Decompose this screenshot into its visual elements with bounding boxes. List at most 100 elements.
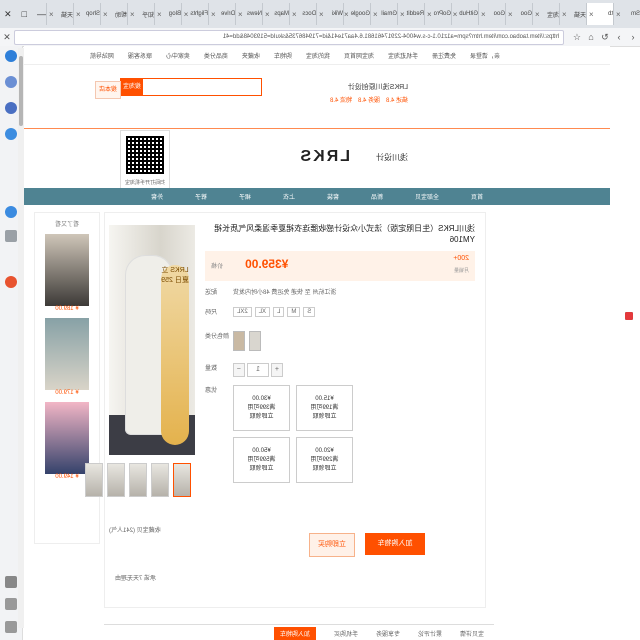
product-main-image[interactable]: LRKS 立夏日 259 (109, 225, 195, 455)
coupon-card[interactable]: ¥50.00 满599可用 立即领取 (233, 437, 290, 483)
site-nav-link[interactable]: 商品分类 (204, 51, 228, 60)
cart-icon[interactable] (5, 230, 17, 242)
thumbnail[interactable] (151, 463, 169, 497)
browser-logo-icon[interactable] (5, 50, 17, 62)
bottom-tab[interactable]: 宝贝详情 (460, 629, 484, 638)
shop-menu-item[interactable]: 套装 (327, 192, 339, 201)
tab-close-icon[interactable]: × (508, 10, 513, 19)
browser-tab[interactable]: 天猫 × (46, 3, 633, 320)
tab-close-icon[interactable]: × (427, 10, 432, 19)
browser-tab[interactable]: Goo × (505, 3, 633, 320)
tab-close-icon[interactable]: × (130, 10, 135, 19)
browser-tab[interactable]: tb × (586, 3, 633, 320)
browser-tab[interactable]: Maps × (262, 3, 633, 320)
quantity-input[interactable]: 1 (247, 363, 269, 377)
site-nav-link[interactable]: 淘宝网首页 (344, 51, 374, 60)
thumbnail[interactable] (173, 463, 191, 497)
shop-menu-item[interactable]: 外套 (151, 192, 163, 201)
favorite-link[interactable]: 收藏宝贝 (241人气) (109, 525, 161, 534)
buy-now-button[interactable]: 立即购买 (309, 533, 355, 557)
tab-close-icon[interactable]: × (373, 10, 378, 19)
shop-menu-item[interactable]: 上衣 (283, 192, 295, 201)
browser-tab[interactable]: Sm × (613, 3, 640, 320)
bottom-tab[interactable]: 累计评论 (418, 629, 442, 638)
browser-tab[interactable]: Wiki × (316, 3, 633, 320)
size-option[interactable]: XL (254, 307, 271, 317)
browser-tab[interactable]: Google × (343, 3, 633, 320)
browser-tab[interactable]: Blog × (154, 3, 633, 320)
coupon-action[interactable]: 立即领取 (297, 413, 352, 422)
tab-close-icon[interactable]: × (184, 10, 189, 19)
copy-icon[interactable] (5, 598, 17, 610)
color-swatch[interactable] (249, 331, 261, 351)
shop-menu-item[interactable]: 首页 (471, 192, 483, 201)
browser-tab[interactable]: Reddit × (397, 3, 633, 320)
shop-menu-item[interactable]: 全部宝贝 (415, 192, 439, 201)
site-nav-link[interactable]: 联系客服 (128, 51, 152, 60)
coupon-card[interactable]: ¥20.00 满299可用 立即领取 (296, 437, 353, 483)
thumbnail[interactable] (129, 463, 147, 497)
add-to-cart-button[interactable]: 加入购物车 (365, 533, 425, 555)
shop-menu-item[interactable]: 裙子 (239, 192, 251, 201)
size-option[interactable]: M (287, 307, 301, 317)
coupon-action[interactable]: 立即领取 (234, 465, 289, 474)
browser-tab[interactable]: Docs × (289, 3, 633, 320)
browser-tab[interactable]: 天猫 × (559, 3, 633, 320)
tab-close-icon[interactable]: × (481, 10, 486, 19)
increase-button[interactable]: + (271, 363, 283, 377)
shop-logo[interactable]: LRKS (298, 148, 350, 166)
tab-close-icon[interactable]: × (616, 10, 621, 19)
rec-image[interactable] (45, 318, 89, 390)
thumbnail[interactable] (107, 463, 125, 497)
tab-close-icon[interactable]: × (344, 10, 349, 19)
color-swatch[interactable] (233, 331, 245, 351)
browser-tab[interactable]: Gmail × (370, 3, 633, 320)
browser-tab[interactable]: Drive × (208, 3, 633, 320)
browser-tab[interactable]: GitHub × (451, 3, 633, 320)
settings-icon[interactable] (5, 621, 17, 633)
red-badge-icon[interactable] (5, 276, 17, 288)
site-nav-link[interactable]: 我的淘宝 (306, 51, 330, 60)
tab-close-icon[interactable]: × (535, 10, 540, 19)
pen-icon[interactable] (5, 576, 17, 588)
translate-icon[interactable] (5, 102, 17, 114)
url-input[interactable]: https://item.taobao.com/item.htm?spm=a1z… (14, 29, 564, 45)
close-url-icon[interactable]: ✕ (0, 32, 14, 43)
tab-close-icon[interactable]: × (265, 10, 270, 19)
tab-close-icon[interactable]: × (400, 10, 405, 19)
tab-close-icon[interactable]: × (49, 10, 54, 19)
shop-menu-item[interactable]: 裤子 (195, 192, 207, 201)
coupon-card[interactable]: ¥30.00 满399可用 立即领取 (233, 385, 290, 431)
browser-tab[interactable]: 淘宝 × (532, 3, 633, 320)
notification-icon[interactable] (5, 206, 17, 218)
tab-close-icon[interactable]: × (157, 10, 162, 19)
tab-close-icon[interactable]: × (562, 10, 567, 19)
home-icon[interactable]: ⌂ (584, 32, 598, 42)
shop-menu-item[interactable]: 新品 (371, 192, 383, 201)
tab-close-icon[interactable]: × (211, 10, 216, 19)
history-icon[interactable] (5, 128, 17, 140)
bottom-tab[interactable]: 手机购买 (334, 629, 358, 638)
search-shop-button[interactable]: 搜本店 (95, 81, 121, 99)
site-nav-link[interactable]: 购物车 (274, 51, 292, 60)
coupon-card[interactable]: ¥15.00 满199可用 立即领取 (296, 385, 353, 431)
tab-close-icon[interactable]: × (292, 10, 297, 19)
tab-close-icon[interactable]: × (589, 10, 594, 19)
tab-close-icon[interactable]: × (453, 10, 458, 19)
rec-image[interactable] (45, 234, 89, 306)
close-button[interactable]: ✕ (4, 9, 12, 20)
size-option[interactable]: 2XL (233, 307, 252, 317)
browser-tab[interactable]: 帮助 × (100, 3, 633, 320)
bottom-add-cart-button[interactable]: 加入购物车 (273, 626, 316, 640)
minimize-button[interactable]: — (37, 9, 46, 20)
coupon-action[interactable]: 立即领取 (234, 413, 289, 422)
browser-tab[interactable]: Flights × (181, 3, 633, 320)
thumbnail[interactable] (85, 463, 103, 497)
browser-tab[interactable]: GoPro × (424, 3, 633, 320)
site-nav-link[interactable]: 网站导航 (90, 51, 114, 60)
forward-icon[interactable]: › (612, 32, 626, 42)
rec-image[interactable] (45, 402, 89, 474)
tab-close-icon[interactable]: × (103, 10, 108, 19)
back-icon[interactable]: ‹ (626, 32, 640, 42)
tab-close-icon[interactable]: × (76, 10, 81, 19)
